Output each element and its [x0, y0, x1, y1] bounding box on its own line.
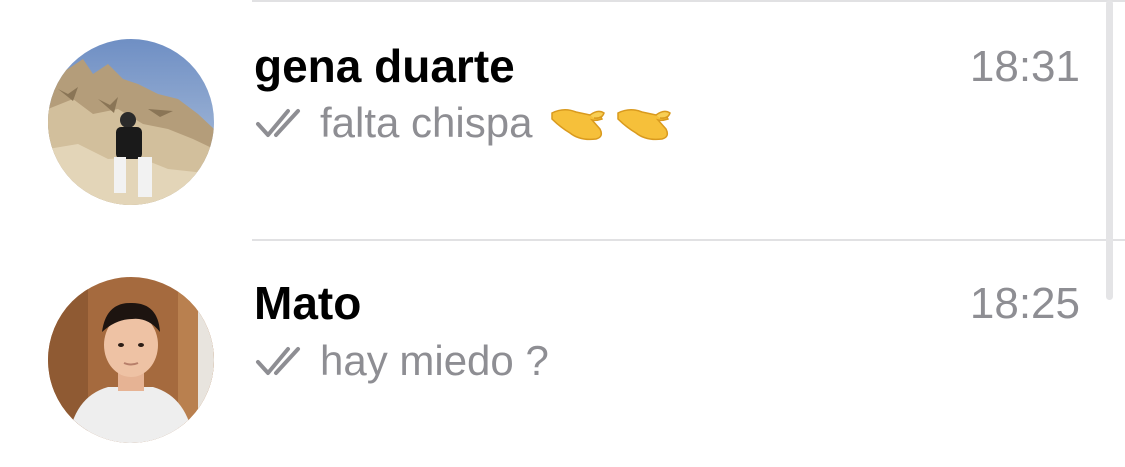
double-check-icon [254, 106, 310, 140]
chat-row[interactable]: gena duarte 18:31 falta chispa [0, 2, 1100, 238]
chat-list: gena duarte 18:31 falta chispa Mato 18:2… [0, 0, 1125, 467]
chat-name: Mato [254, 277, 362, 329]
avatar[interactable] [48, 277, 214, 443]
chat-row[interactable]: Mato 18:25 hay miedo ? [0, 241, 1100, 467]
chat-time: 18:25 [969, 279, 1080, 328]
chat-time: 18:31 [969, 42, 1080, 91]
double-check-icon [254, 344, 310, 378]
chat-name: gena duarte [254, 40, 515, 92]
pinch-hand-emoji [550, 103, 608, 143]
chat-preview: falta chispa [254, 98, 674, 148]
chat-preview: hay miedo ? [254, 336, 549, 386]
preview-text: hay miedo ? [320, 337, 549, 384]
pinch-hand-emoji [616, 103, 674, 143]
avatar[interactable] [48, 39, 214, 205]
preview-text: falta chispa [320, 99, 533, 146]
scrollbar[interactable] [1106, 0, 1113, 300]
